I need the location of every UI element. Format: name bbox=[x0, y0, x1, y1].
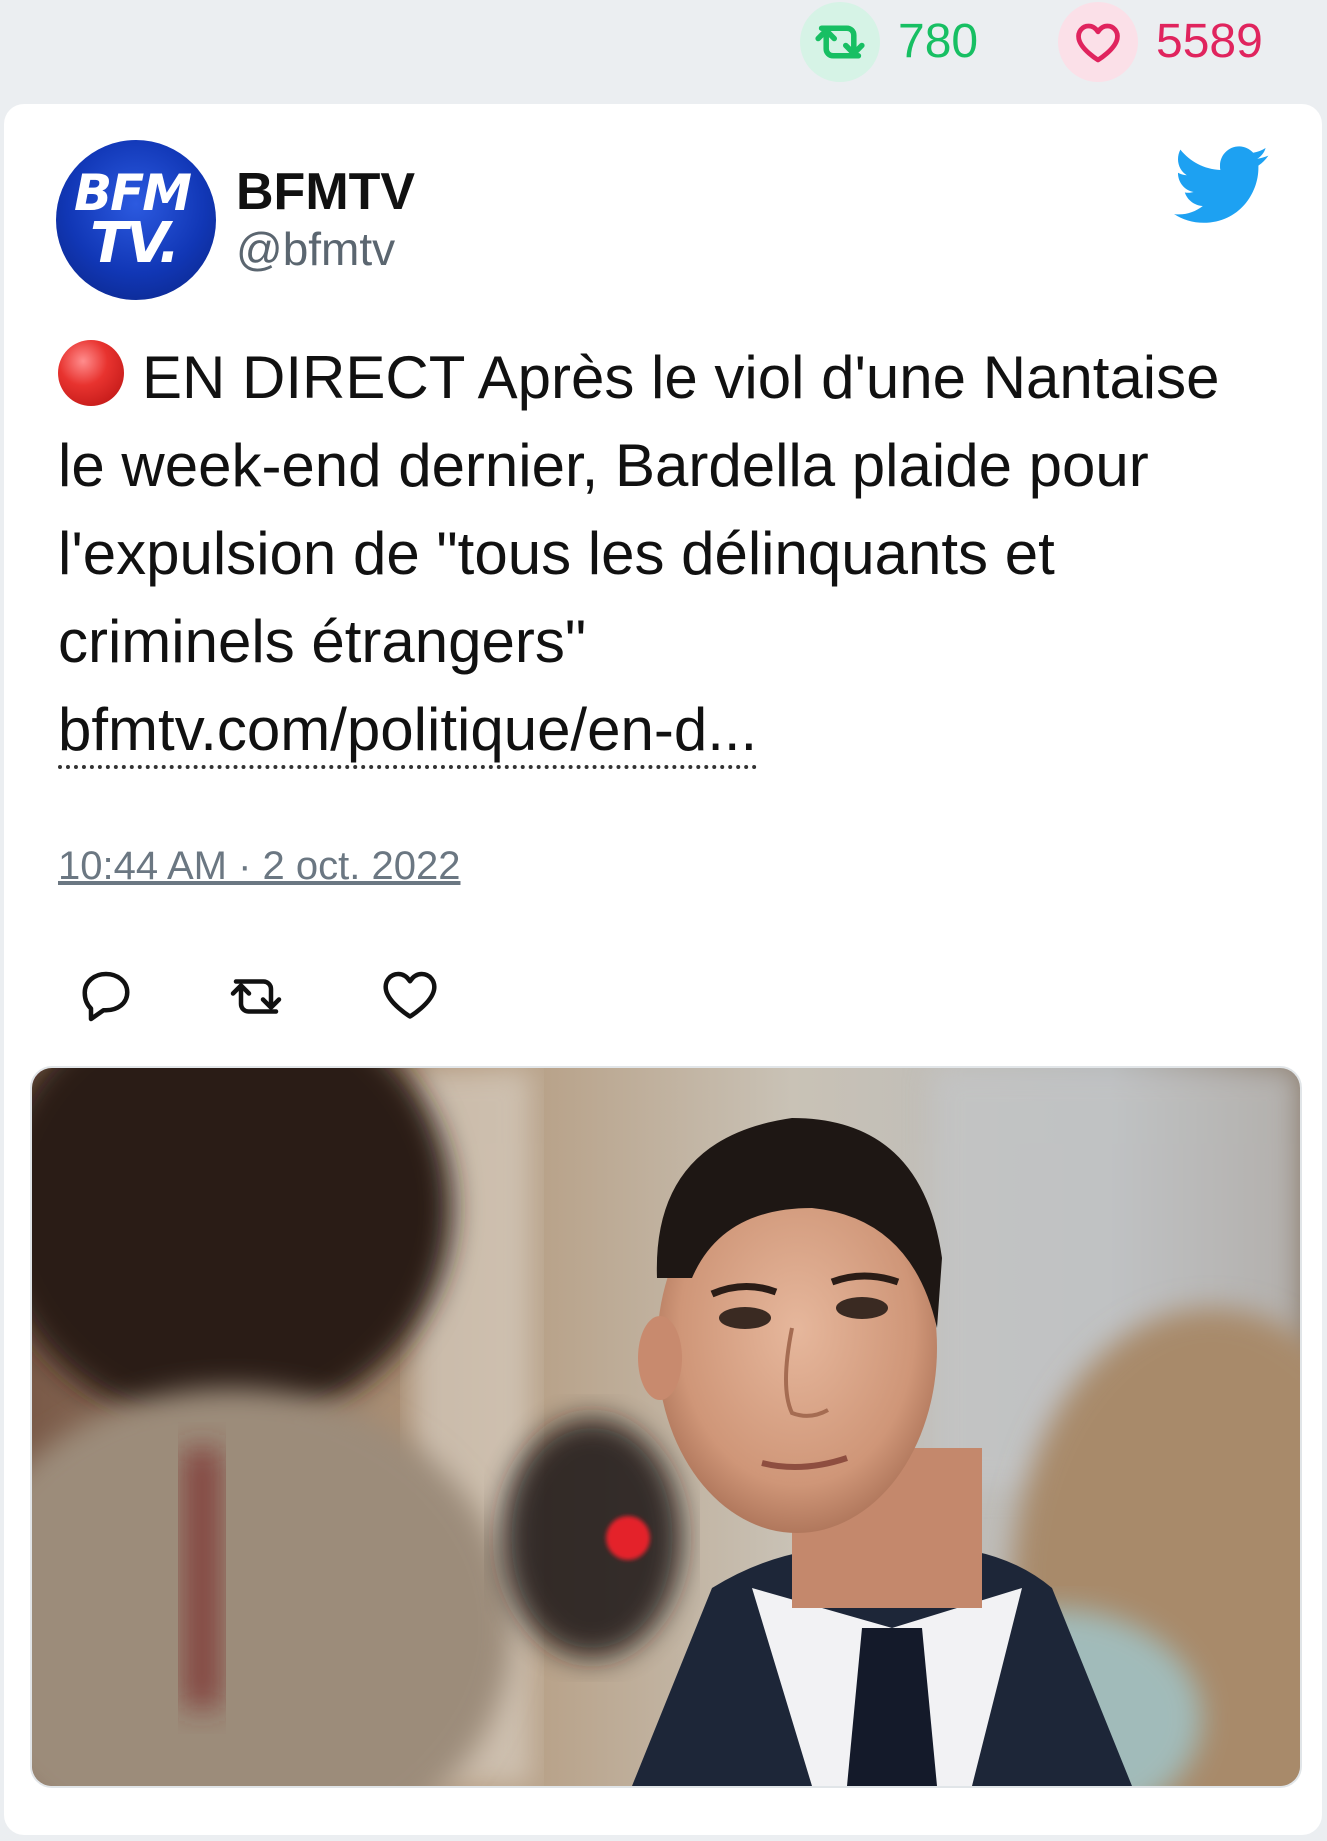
tweet-link[interactable]: bfmtv.com/politique/en-d... bbox=[58, 696, 758, 769]
tweet-timestamp[interactable]: 10:44 AM · 2 oct. 2022 bbox=[58, 844, 460, 889]
photo-illustration bbox=[32, 1068, 1300, 1786]
retweet-icon bbox=[800, 2, 880, 82]
retweet-count: 780 bbox=[898, 15, 979, 68]
retweet-count-stat[interactable]: 780 bbox=[800, 2, 978, 82]
reply-icon[interactable] bbox=[76, 964, 136, 1024]
like-count-stat[interactable]: 5589 bbox=[1058, 2, 1263, 82]
tweet-card: BFM TV. BFMTV @bfmtv EN DIRECT Après le … bbox=[4, 104, 1322, 1835]
tweet-text: EN DIRECT Après le viol d'une Nantaise l… bbox=[58, 334, 1258, 774]
avatar-logo-text: TV. bbox=[89, 211, 180, 277]
heart-icon bbox=[1058, 2, 1138, 82]
like-count: 5589 bbox=[1156, 15, 1263, 68]
retweet-icon[interactable] bbox=[226, 964, 286, 1024]
red-circle-icon bbox=[58, 340, 124, 406]
avatar[interactable]: BFM TV. bbox=[56, 140, 216, 300]
heart-icon[interactable] bbox=[380, 964, 440, 1024]
author-handle[interactable]: @bfmtv bbox=[236, 226, 395, 272]
tweet-photo[interactable] bbox=[30, 1066, 1302, 1788]
tweet-stats-bar: 780 5589 bbox=[0, 0, 1327, 88]
author-name[interactable]: BFMTV bbox=[236, 166, 415, 218]
avatar-logo-text: BFM bbox=[73, 163, 192, 222]
tweet-body: EN DIRECT Après le viol d'une Nantaise l… bbox=[58, 344, 1220, 675]
twitter-bird-icon[interactable] bbox=[1174, 146, 1270, 226]
